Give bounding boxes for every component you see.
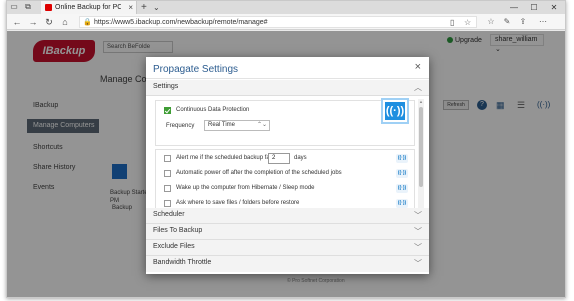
back-icon[interactable]: ← xyxy=(11,16,23,28)
power-off-checkbox[interactable] xyxy=(164,170,171,177)
dialog-title: Propagate Settings xyxy=(153,64,239,75)
tab-close-icon[interactable]: × xyxy=(128,2,133,13)
cdp-box: Continuous Data Protection Frequency Rea… xyxy=(155,100,415,146)
wake-up-checkbox[interactable] xyxy=(164,185,171,192)
propagate-option-icon[interactable]: ((·)) xyxy=(396,199,408,208)
section-label: Exclude Files xyxy=(153,243,195,250)
chevron-down-icon: ﹀ xyxy=(414,227,422,236)
pen-icon[interactable]: ✎ xyxy=(501,16,513,28)
lock-icon: 🔒 xyxy=(83,19,92,26)
propagate-option-icon[interactable]: ((·)) xyxy=(396,154,408,163)
dialog-header: Propagate Settings × xyxy=(146,57,429,79)
scroll-up-icon[interactable]: ▲ xyxy=(418,99,424,104)
tab-aside-icon[interactable]: ⧉ xyxy=(23,2,33,12)
section-label: Files To Backup xyxy=(153,227,203,234)
url-text: https://www5.ibackup.com/newbackup/remot… xyxy=(94,19,268,26)
power-off-label: Automatic power off after the completion… xyxy=(176,170,342,176)
ask-save-label: Ask where to save files / folders before… xyxy=(176,200,300,206)
section-files-to-backup[interactable]: Files To Backup ﹀ xyxy=(146,224,429,240)
url-field[interactable]: 🔒 https://www5.ibackup.com/newbackup/rem… xyxy=(79,16,477,28)
days-input[interactable]: 2 xyxy=(268,153,290,164)
close-icon[interactable]: × xyxy=(415,61,421,73)
section-bandwidth-throttle[interactable]: Bandwidth Throttle ﹀ xyxy=(146,256,429,272)
screenshot-stage: ▭ ⧉ Online Backup for PC, M × + ⌄ — ☐ ✕ … xyxy=(0,0,574,301)
section-label: Settings xyxy=(153,83,179,90)
reading-view-icon[interactable]: ▯ xyxy=(450,17,454,28)
propagate-option-icon[interactable]: ((·)) xyxy=(396,184,408,193)
maximize-icon[interactable]: ☐ xyxy=(527,1,541,14)
days-label: days xyxy=(294,155,307,161)
options-box: Alert me if the scheduled backup fails f… xyxy=(155,149,415,211)
wake-up-label: Wake up the computer from Hibernate / Sl… xyxy=(176,185,315,191)
tab-title: Online Backup for PC, M xyxy=(55,4,121,11)
tab-list-icon[interactable]: ⌄ xyxy=(153,1,160,14)
refresh-icon[interactable]: ↻ xyxy=(43,16,55,28)
more-icon[interactable]: ⋯ xyxy=(537,16,549,28)
cdp-checkbox[interactable] xyxy=(164,107,171,114)
chevron-down-icon: ⌃⌄ xyxy=(256,122,267,128)
frequency-value: Real Time xyxy=(208,122,236,128)
tab-online-backup[interactable]: Online Backup for PC, M × xyxy=(41,1,137,14)
section-scheduler[interactable]: Scheduler ﹀ xyxy=(146,208,429,224)
close-window-icon[interactable]: ✕ xyxy=(547,1,561,14)
favorites-icon[interactable]: ☆ xyxy=(485,16,497,28)
tab-actions-icon[interactable]: ▭ xyxy=(9,2,19,12)
favorite-star-icon[interactable]: ☆ xyxy=(464,17,471,28)
minimize-icon[interactable]: — xyxy=(507,1,521,14)
address-bar: ← → ↻ ⌂ 🔒 https://www5.ibackup.com/newba… xyxy=(7,14,565,30)
frequency-label: Frequency xyxy=(166,123,195,129)
cdp-label: Continuous Data Protection xyxy=(176,107,250,113)
chevron-down-icon: ﹀ xyxy=(414,211,422,220)
share-icon[interactable]: ⇪ xyxy=(517,16,529,28)
section-label: Scheduler xyxy=(153,211,185,218)
propagate-settings-dialog: Propagate Settings × Settings ︿ Continuo… xyxy=(146,57,429,274)
section-label: Bandwidth Throttle xyxy=(153,259,212,266)
ask-save-checkbox[interactable] xyxy=(164,200,171,207)
chevron-up-icon: ︿ xyxy=(414,83,422,92)
chevron-down-icon: ﹀ xyxy=(414,259,422,268)
frequency-select[interactable]: Real Time ⌃⌄ xyxy=(204,120,270,131)
propagate-settings-icon[interactable]: ((·)) xyxy=(383,100,407,122)
alert-checkbox[interactable] xyxy=(164,155,171,162)
section-settings[interactable]: Settings ︿ xyxy=(146,80,429,96)
new-tab-icon[interactable]: + xyxy=(141,1,147,14)
chevron-down-icon: ﹀ xyxy=(414,243,422,252)
favicon-icon xyxy=(45,4,52,11)
home-icon[interactable]: ⌂ xyxy=(59,16,71,28)
section-exclude-files[interactable]: Exclude Files ﹀ xyxy=(146,240,429,256)
scroll-thumb[interactable] xyxy=(419,107,423,187)
forward-icon[interactable]: → xyxy=(27,16,39,28)
tab-bar: ▭ ⧉ Online Backup for PC, M × + ⌄ — ☐ ✕ xyxy=(7,1,565,14)
propagate-option-icon[interactable]: ((·)) xyxy=(396,169,408,178)
